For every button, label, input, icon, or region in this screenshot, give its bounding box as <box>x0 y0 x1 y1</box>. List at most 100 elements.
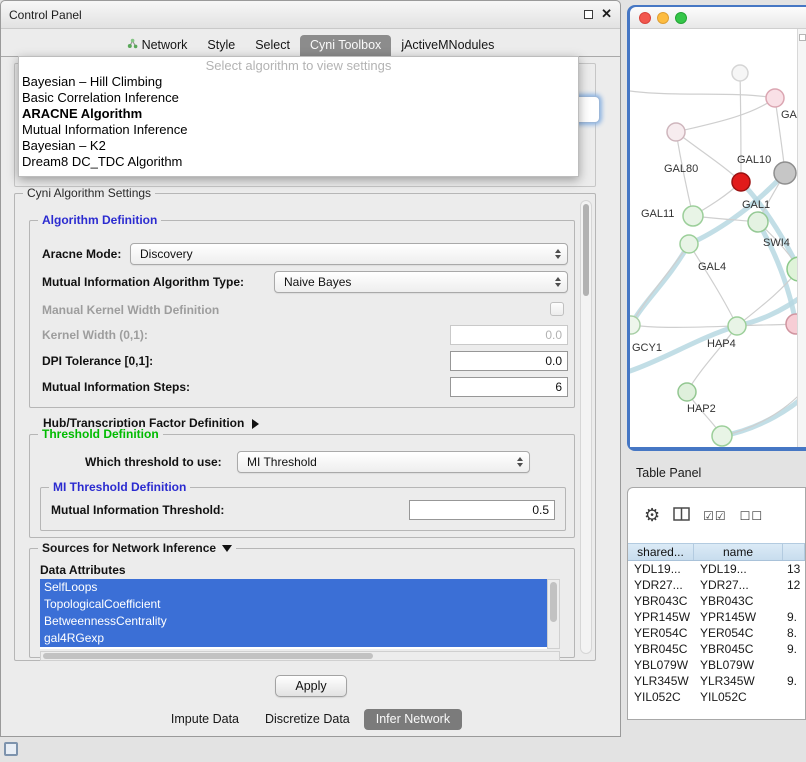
network-node-label: GAL80 <box>664 163 698 175</box>
tab-jactivemnodules[interactable]: jActiveMNodules <box>391 35 504 56</box>
which-threshold-combobox[interactable]: MI Threshold <box>237 451 530 473</box>
apply-button[interactable]: Apply <box>275 675 347 697</box>
table-cell: YDL19... <box>694 561 783 577</box>
close-traffic-light-icon[interactable] <box>639 12 651 24</box>
network-node[interactable] <box>732 65 748 81</box>
mi-steps-label: Mutual Information Steps: <box>42 376 190 398</box>
control-panel-tabbar: NetworkStyleSelectCyni ToolboxjActiveMNo… <box>1 31 620 57</box>
attribute-item-gal4rgexp[interactable]: gal4RGexp <box>40 630 547 647</box>
tab-style[interactable]: Style <box>197 35 245 56</box>
network-node[interactable] <box>748 212 768 232</box>
docked-panel-icon[interactable] <box>4 742 18 756</box>
attributes-horizontal-scrollbar[interactable] <box>40 651 560 661</box>
network-canvas[interactable]: GALGAL80GAL10GAL11GAL1SWI4GAL4GCY1HAP4HA… <box>630 29 806 447</box>
attribute-item-betweennesscentrality[interactable]: BetweennessCentrality <box>40 613 547 630</box>
table-column-header-name[interactable]: name <box>694 544 783 560</box>
bottom-tab-impute-data[interactable]: Impute Data <box>159 709 251 730</box>
settings-scrollbar-thumb[interactable] <box>583 204 589 296</box>
aracne-mode-combobox[interactable]: Discovery <box>130 243 568 265</box>
close-icon[interactable]: ✕ <box>601 7 612 21</box>
table-panel-title: Table Panel <box>636 466 701 480</box>
algorithm-option-aracne-algorithm[interactable]: ARACNE Algorithm <box>19 106 578 122</box>
table-toolbar: ⚙ ☑☑ ☐☐ <box>628 488 805 543</box>
table-cell: YPR145W <box>628 609 694 625</box>
algorithm-option-dream8-dc-tdc-algorithm[interactable]: Dream8 DC_TDC Algorithm <box>19 154 578 170</box>
algorithm-option-bayesian-k2[interactable]: Bayesian – K2 <box>19 138 578 154</box>
network-node[interactable] <box>630 316 640 334</box>
table-row[interactable]: YDL19...YDL19...13 <box>628 561 805 577</box>
table-cell: 13 <box>783 561 805 577</box>
network-scrollbar-button[interactable] <box>799 34 806 41</box>
table-cell: 8. <box>783 625 805 641</box>
table-cell: YDR27... <box>628 577 694 593</box>
network-node[interactable] <box>712 426 732 446</box>
split-columns-icon[interactable] <box>673 507 690 524</box>
attribute-item-topologicalcoefficient[interactable]: TopologicalCoefficient <box>40 596 547 613</box>
network-edge <box>630 291 806 371</box>
which-threshold-value: MI Threshold <box>247 455 317 469</box>
algorithm-option-mutual-information-inference[interactable]: Mutual Information Inference <box>19 122 578 138</box>
network-node[interactable] <box>728 317 746 335</box>
table-column-header-shared[interactable]: shared... <box>628 544 694 560</box>
network-node[interactable] <box>680 235 698 253</box>
kernel-width-field[interactable] <box>450 325 568 345</box>
mi-steps-field[interactable] <box>450 377 568 397</box>
table-header-row: shared...name <box>628 543 805 561</box>
attributes-vertical-scrollbar[interactable] <box>547 579 560 649</box>
network-node[interactable] <box>766 89 784 107</box>
kernel-width-label: Kernel Width (0,1): <box>42 324 148 346</box>
algorithm-option-basic-correlation-inference[interactable]: Basic Correlation Inference <box>19 90 578 106</box>
minimize-traffic-light-icon[interactable] <box>657 12 669 24</box>
mi-threshold-field[interactable] <box>409 500 555 520</box>
tab-select[interactable]: Select <box>245 35 300 56</box>
network-node[interactable] <box>774 162 796 184</box>
settings-scrollbar[interactable] <box>580 200 592 654</box>
combo-arrows-icon <box>555 249 561 259</box>
dpi-tolerance-label: DPI Tolerance [0,1]: <box>42 350 153 372</box>
data-attributes-label: Data Attributes <box>40 559 126 581</box>
select-all-columns-icon[interactable]: ☑☑ <box>703 509 727 523</box>
table-row[interactable]: YBR043CYBR043C <box>628 593 805 609</box>
tab-network[interactable]: Network <box>117 35 198 56</box>
threshold-definition-group: Threshold Definition Which threshold to … <box>29 434 575 538</box>
table-cell: YIL052C <box>628 689 694 702</box>
table-cell: YIL052C <box>694 689 783 702</box>
table-cell: YPR145W <box>694 609 783 625</box>
table-row[interactable]: YBR045CYBR045C9. <box>628 641 805 657</box>
combo-arrows-icon <box>517 457 523 467</box>
data-attributes-list[interactable]: SelfLoopsTopologicalCoefficientBetweenne… <box>40 579 547 649</box>
table-row[interactable]: YDR27...YDR27...12 <box>628 577 805 593</box>
network-scrollbar[interactable] <box>797 29 806 447</box>
table-row[interactable]: YIL052CYIL052C <box>628 689 805 702</box>
network-node[interactable] <box>683 206 703 226</box>
table-row[interactable]: YBL079WYBL079W <box>628 657 805 673</box>
bottom-tab-infer-network[interactable]: Infer Network <box>364 709 462 730</box>
algorithm-definition-group: Algorithm Definition Aracne Mode: Discov… <box>29 220 575 408</box>
table-column-header-extra[interactable] <box>783 544 805 560</box>
deselect-all-columns-icon[interactable]: ☐☐ <box>740 509 764 523</box>
table-row[interactable]: YER054CYER054C8. <box>628 625 805 641</box>
algorithm-option-bayesian-hill-climbing[interactable]: Bayesian – Hill Climbing <box>19 74 578 90</box>
bottom-tab-discretize-data[interactable]: Discretize Data <box>253 709 362 730</box>
network-node-label: GAL4 <box>698 261 726 273</box>
mi-type-combobox[interactable]: Naive Bayes <box>274 271 568 293</box>
dpi-tolerance-field[interactable] <box>450 351 568 371</box>
network-node[interactable] <box>678 383 696 401</box>
manual-kernel-checkbox[interactable] <box>550 302 564 316</box>
float-window-icon[interactable] <box>584 10 593 19</box>
network-window-titlebar[interactable] <box>630 7 806 29</box>
table-cell: 9. <box>783 673 805 689</box>
gear-icon[interactable]: ⚙ <box>644 505 660 526</box>
network-edge <box>676 98 775 132</box>
table-cell <box>783 689 805 702</box>
table-row[interactable]: YPR145WYPR145W9. <box>628 609 805 625</box>
aracne-mode-value: Discovery <box>140 247 193 261</box>
table-row[interactable]: YLR345WYLR345W9. <box>628 673 805 689</box>
network-node[interactable] <box>667 123 685 141</box>
network-node[interactable] <box>732 173 750 191</box>
tab-cyni-toolbox[interactable]: Cyni Toolbox <box>300 35 391 56</box>
sources-group-title[interactable]: Sources for Network Inference <box>38 541 236 555</box>
network-node-label: HAP2 <box>687 403 716 415</box>
zoom-traffic-light-icon[interactable] <box>675 12 687 24</box>
attribute-item-selfloops[interactable]: SelfLoops <box>40 579 547 596</box>
